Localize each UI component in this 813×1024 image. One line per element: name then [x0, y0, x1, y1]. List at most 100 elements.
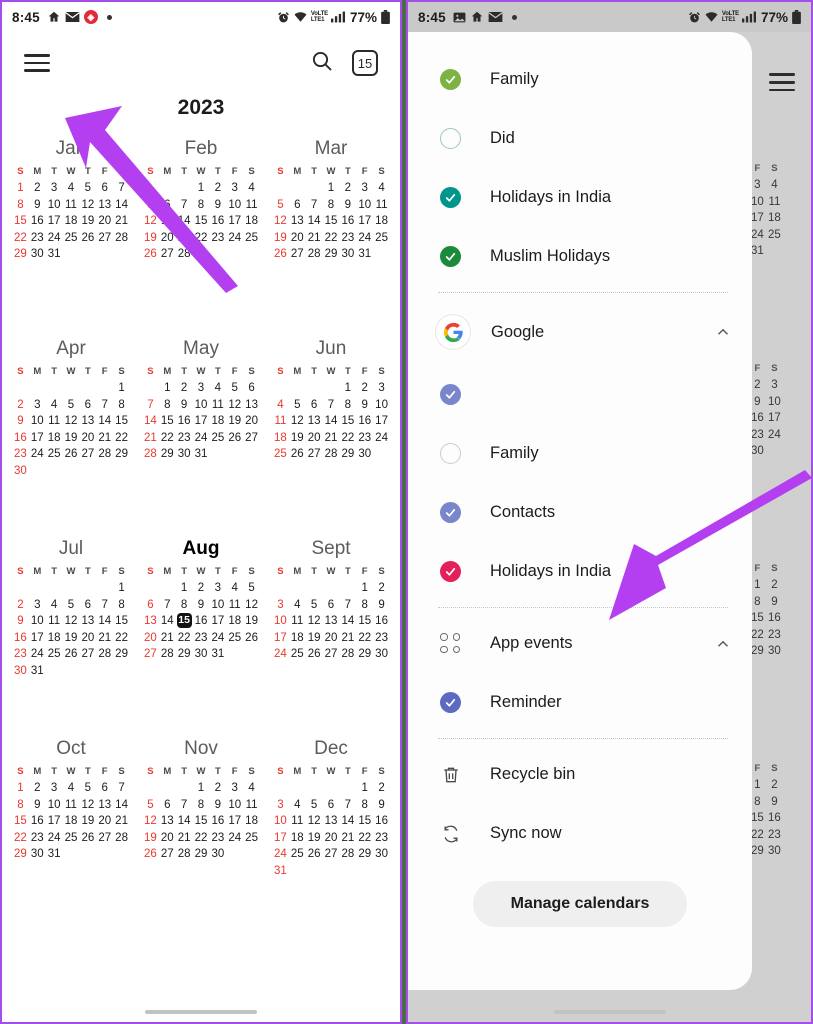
- day-cell[interactable]: 15: [193, 813, 210, 830]
- day-cell[interactable]: 2: [356, 380, 373, 397]
- day-cell[interactable]: 26: [243, 630, 260, 647]
- day-cell[interactable]: 23: [209, 830, 226, 847]
- day-cell[interactable]: 30: [12, 463, 29, 480]
- day-cell[interactable]: 4: [63, 780, 80, 797]
- day-cell[interactable]: 4: [63, 180, 80, 197]
- calendar-list-item[interactable]: Family: [408, 50, 752, 109]
- day-cell[interactable]: 13: [306, 413, 323, 430]
- day-cell[interactable]: 29: [193, 846, 210, 863]
- checkbox-checked-icon[interactable]: [440, 384, 461, 405]
- day-cell[interactable]: 5: [272, 197, 289, 214]
- day-cell[interactable]: 30: [193, 646, 210, 663]
- day-cell[interactable]: 29: [356, 646, 373, 663]
- day-cell[interactable]: 24: [29, 646, 46, 663]
- day-cell[interactable]: 1: [176, 580, 193, 597]
- day-cell[interactable]: 29: [339, 446, 356, 463]
- day-cell[interactable]: 1: [193, 180, 210, 197]
- day-cell[interactable]: 6: [96, 180, 113, 197]
- day-cell[interactable]: 20: [289, 230, 306, 247]
- day-cell[interactable]: 7: [96, 397, 113, 414]
- day-cell[interactable]: 16: [12, 430, 29, 447]
- month-feb[interactable]: FebSMTWTFS123456789101112131415161718192…: [136, 130, 266, 330]
- day-cell[interactable]: 27: [96, 230, 113, 247]
- day-cell[interactable]: 4: [243, 780, 260, 797]
- day-cell[interactable]: 13: [323, 613, 340, 630]
- day-cell[interactable]: 26: [79, 230, 96, 247]
- day-cell[interactable]: 8: [339, 397, 356, 414]
- day-cell[interactable]: 13: [289, 213, 306, 230]
- day-cell[interactable]: 30: [29, 846, 46, 863]
- day-cell[interactable]: 7: [176, 797, 193, 814]
- day-cell[interactable]: 16: [29, 813, 46, 830]
- day-cell[interactable]: 23: [29, 830, 46, 847]
- day-cell[interactable]: 10: [46, 197, 63, 214]
- day-cell[interactable]: 3: [356, 180, 373, 197]
- day-cell[interactable]: 1: [339, 380, 356, 397]
- day-cell[interactable]: 31: [209, 646, 226, 663]
- day-cell[interactable]: 8: [176, 597, 193, 614]
- day-cell[interactable]: 1: [323, 180, 340, 197]
- day-cell[interactable]: 11: [272, 413, 289, 430]
- day-cell[interactable]: 27: [306, 446, 323, 463]
- day-cell[interactable]: 12: [142, 813, 159, 830]
- day-cell[interactable]: 26: [226, 430, 243, 447]
- manage-calendars-button[interactable]: Manage calendars: [472, 881, 688, 927]
- month-oct[interactable]: OctSMTWTFS123456789101112131415161718192…: [6, 730, 136, 930]
- day-cell[interactable]: 14: [339, 613, 356, 630]
- day-cell[interactable]: 5: [306, 597, 323, 614]
- day-cell[interactable]: 24: [209, 630, 226, 647]
- day-cell[interactable]: 4: [209, 380, 226, 397]
- day-cell[interactable]: 23: [12, 646, 29, 663]
- day-cell[interactable]: 22: [113, 630, 130, 647]
- day-cell[interactable]: 10: [193, 397, 210, 414]
- day-cell[interactable]: 30: [373, 846, 390, 863]
- day-cell[interactable]: 18: [209, 413, 226, 430]
- day-cell[interactable]: 31: [29, 663, 46, 680]
- day-cell[interactable]: 20: [243, 413, 260, 430]
- day-cell[interactable]: 22: [176, 630, 193, 647]
- day-cell[interactable]: 7: [96, 597, 113, 614]
- day-cell[interactable]: 28: [176, 246, 193, 263]
- day-cell[interactable]: 15: [12, 213, 29, 230]
- day-cell[interactable]: 19: [63, 630, 80, 647]
- day-cell[interactable]: 14: [176, 213, 193, 230]
- day-cell[interactable]: 27: [96, 830, 113, 847]
- day-cell[interactable]: 29: [356, 846, 373, 863]
- day-cell[interactable]: 6: [142, 597, 159, 614]
- day-cell[interactable]: 21: [113, 213, 130, 230]
- day-cell[interactable]: 22: [193, 230, 210, 247]
- day-cell[interactable]: 5: [142, 197, 159, 214]
- day-cell[interactable]: 9: [209, 797, 226, 814]
- day-cell[interactable]: 13: [159, 213, 176, 230]
- day-cell[interactable]: 7: [339, 797, 356, 814]
- day-cell[interactable]: 24: [272, 646, 289, 663]
- day-cell[interactable]: 11: [46, 613, 63, 630]
- calendar-list-item[interactable]: [408, 365, 752, 424]
- day-cell[interactable]: 21: [113, 813, 130, 830]
- chevron-up-icon[interactable]: [714, 635, 732, 653]
- day-cell[interactable]: 26: [142, 246, 159, 263]
- day-cell[interactable]: 20: [79, 630, 96, 647]
- day-cell[interactable]: 9: [339, 197, 356, 214]
- day-cell[interactable]: 17: [46, 213, 63, 230]
- day-cell[interactable]: 9: [373, 797, 390, 814]
- day-cell[interactable]: 21: [96, 430, 113, 447]
- day-cell[interactable]: 8: [323, 197, 340, 214]
- day-cell[interactable]: 15: [159, 413, 176, 430]
- day-cell[interactable]: 30: [12, 663, 29, 680]
- day-cell[interactable]: 17: [356, 213, 373, 230]
- day-cell[interactable]: 27: [79, 446, 96, 463]
- day-cell[interactable]: 2: [12, 397, 29, 414]
- day-cell[interactable]: 30: [373, 646, 390, 663]
- day-cell[interactable]: 23: [29, 230, 46, 247]
- day-cell[interactable]: 10: [226, 197, 243, 214]
- day-cell[interactable]: 28: [306, 246, 323, 263]
- hamburger-icon[interactable]: [769, 68, 795, 96]
- day-cell[interactable]: 29: [176, 646, 193, 663]
- day-cell[interactable]: 11: [289, 813, 306, 830]
- day-cell[interactable]: 14: [96, 613, 113, 630]
- day-cell[interactable]: 22: [339, 430, 356, 447]
- day-cell[interactable]: 26: [272, 246, 289, 263]
- day-cell[interactable]: 16: [339, 213, 356, 230]
- day-cell[interactable]: 5: [79, 780, 96, 797]
